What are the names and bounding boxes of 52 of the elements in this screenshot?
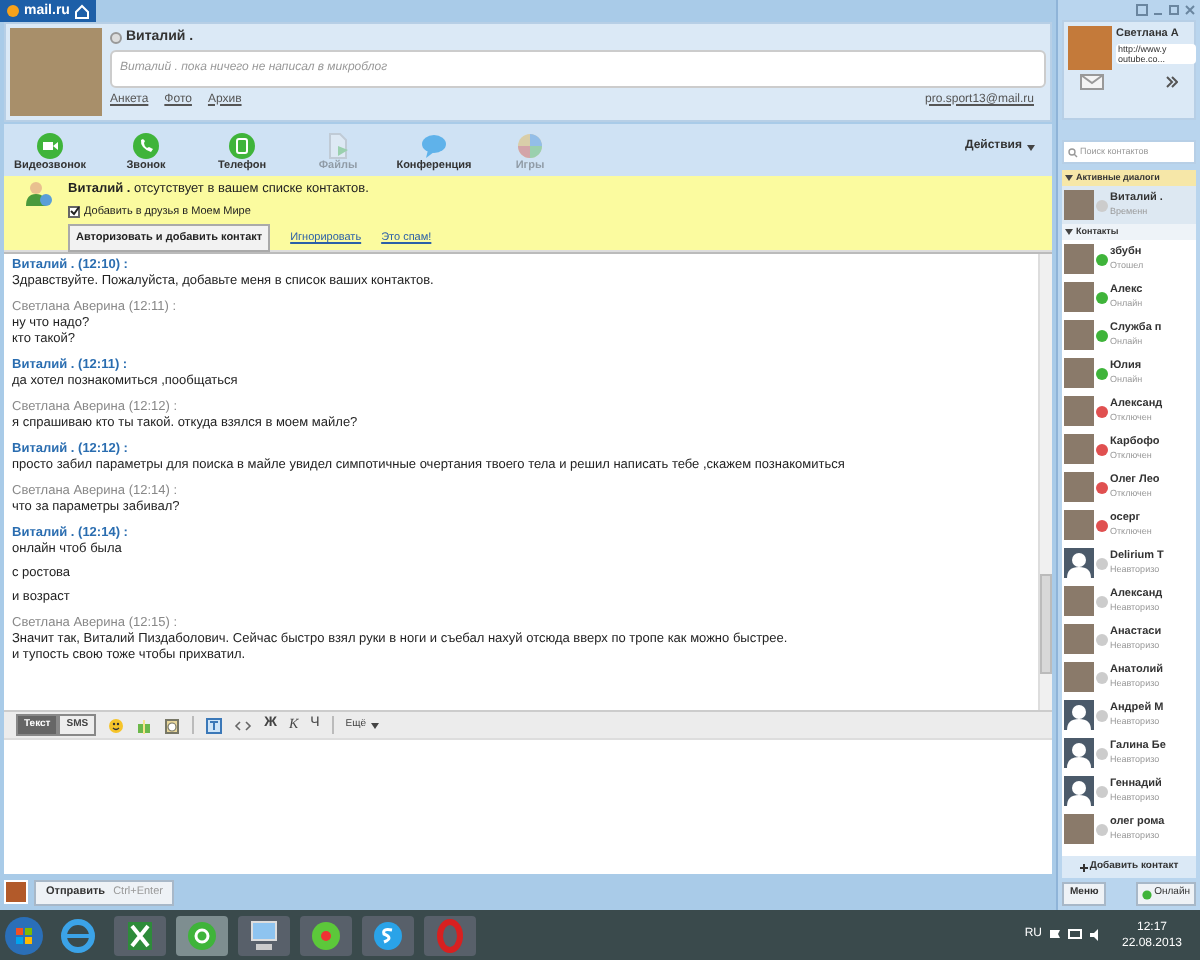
speech-bubble-icon [420,131,448,159]
network-icon[interactable] [1068,928,1082,942]
start-button-icon[interactable] [4,915,44,955]
search-icon [1068,147,1078,157]
chevron-double-icon[interactable] [1166,76,1178,88]
smiley-icon[interactable] [108,717,125,733]
avatar-photo-placeholder [1064,244,1094,274]
document-icon [324,131,352,159]
avatar-photo-placeholder [1064,358,1094,388]
caret-icon [370,721,380,729]
computer-icon[interactable] [236,913,292,957]
avatar-photo-placeholder [1064,662,1094,692]
logo-icon [6,4,20,18]
caret-icon [1026,143,1036,151]
alarm-icon[interactable] [164,717,181,733]
video-camera-icon [36,131,64,159]
expand-caret-icon [1064,174,1074,182]
status-icon [110,32,122,44]
avatar-photo-placeholder [1064,624,1094,654]
avatar-photo-placeholder [1064,434,1094,464]
checkbox[interactable] [68,205,80,218]
user-add-icon [24,180,52,208]
avatar-photo-placeholder [1064,396,1094,426]
code-icon[interactable] [234,717,253,733]
avatar-photo-placeholder [1064,814,1094,844]
avatar-photo-placeholder [1064,320,1094,350]
close-icon[interactable] [1184,4,1196,16]
check-icon [69,206,79,217]
avatar-photo-placeholder [1064,282,1094,312]
scrollbar[interactable] [1038,254,1052,710]
avatar-photo-placeholder [4,880,28,904]
window-icon[interactable] [1136,4,1148,16]
avatar-photo-placeholder [1064,190,1094,220]
plus-icon [1079,863,1088,871]
phone-icon [228,131,256,159]
avatar-photo-placeholder [1064,510,1094,540]
s-letter-icon[interactable] [360,913,416,957]
spreadsheet-icon[interactable] [112,913,168,957]
home-icon[interactable] [73,3,90,19]
profile-photo-placeholder [10,28,102,116]
message-input[interactable] [4,738,1052,874]
expand-caret-icon [1064,228,1074,236]
text-color-icon[interactable] [206,717,223,733]
own-photo-placeholder [1068,26,1112,70]
flag-icon[interactable] [1048,928,1062,942]
maximize-icon[interactable] [1168,4,1180,16]
avatar-photo-placeholder [1064,472,1094,502]
avatar-photo-placeholder [1064,586,1094,616]
phone-icon [132,131,160,159]
online-status-icon [1142,889,1153,899]
speaker-icon[interactable] [1088,928,1102,942]
envelope-icon[interactable] [1080,74,1104,90]
